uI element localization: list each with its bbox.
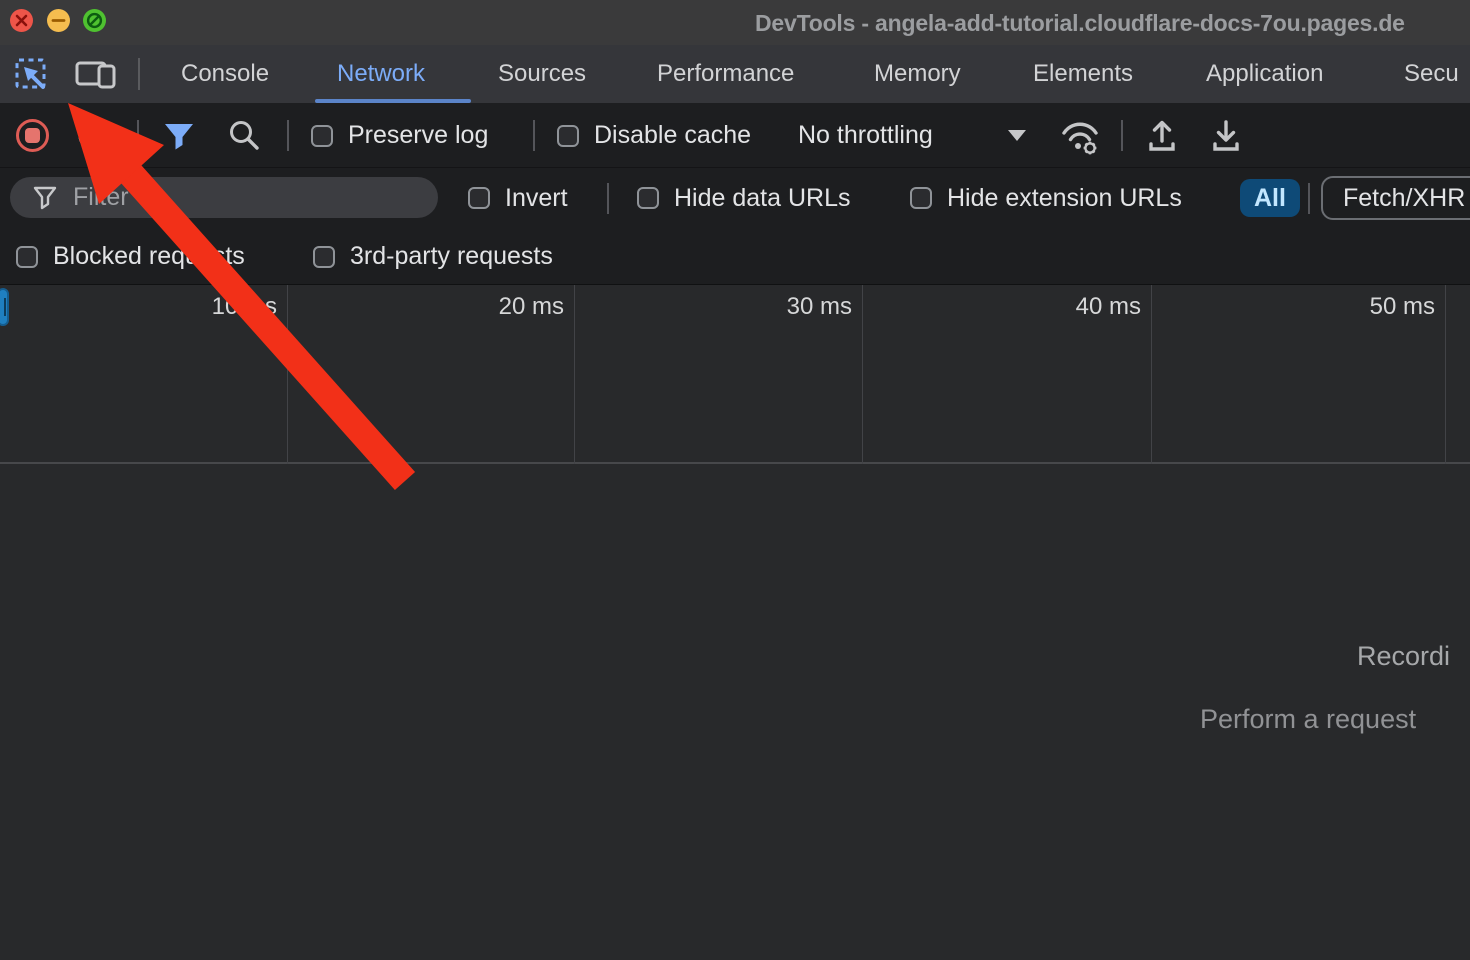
tab-elements[interactable]: Elements (1033, 45, 1133, 103)
grid-line (574, 285, 575, 464)
funnel-icon (161, 120, 197, 152)
titlebar: DevTools - angela-add-tutorial.cloudflar… (0, 0, 1470, 45)
search-icon (226, 118, 262, 154)
clear-icon (76, 120, 108, 152)
close-window-button[interactable] (10, 9, 33, 32)
invert-checkbox[interactable] (468, 187, 490, 209)
preserve-log-toggle[interactable]: Preserve log (311, 103, 488, 168)
disable-cache-toggle[interactable]: Disable cache (557, 103, 751, 168)
toolbar-divider (287, 120, 289, 151)
inspect-cursor-icon (13, 56, 53, 92)
tab-memory[interactable]: Memory (874, 45, 961, 103)
download-icon (1207, 117, 1245, 155)
record-icon (16, 119, 49, 152)
third-party-requests-toggle[interactable]: 3rd-party requests (313, 228, 553, 285)
timeline-tick: 50 ms (1343, 293, 1435, 321)
filter-chip-all[interactable]: All (1240, 179, 1300, 217)
filter-chip-fetch-xhr[interactable]: Fetch/XHR (1321, 176, 1470, 220)
close-icon (10, 9, 33, 32)
record-network-log-button[interactable] (16, 103, 49, 168)
hide-data-urls-checkbox[interactable] (637, 187, 659, 209)
perform-request-hint-text: Perform a request (1200, 704, 1416, 735)
filter-input-wrapper[interactable] (10, 177, 438, 218)
minimize-icon (47, 9, 70, 32)
toolbar-divider (138, 58, 140, 90)
tab-network[interactable]: Network (337, 45, 425, 103)
request-filter-row: Blocked requests 3rd-party requests (0, 228, 1470, 285)
overview-selection-handle[interactable] (0, 288, 9, 326)
toolbar-divider (607, 183, 609, 214)
grid-line (1151, 285, 1152, 464)
tab-sources[interactable]: Sources (498, 45, 586, 103)
blocked-requests-label: Blocked requests (53, 242, 245, 271)
toolbar-divider (1308, 183, 1310, 214)
throttling-select[interactable]: No throttling (798, 103, 933, 168)
search-button[interactable] (226, 103, 262, 168)
hide-data-urls-toggle[interactable]: Hide data URLs (637, 168, 850, 228)
tab-console[interactable]: Console (181, 45, 269, 103)
throttling-value: No throttling (798, 121, 933, 150)
network-overview-timeline[interactable]: 10 ms 20 ms 30 ms 40 ms 50 ms (0, 285, 1470, 464)
timeline-tick: 20 ms (472, 293, 564, 321)
invert-toggle[interactable]: Invert (468, 168, 568, 228)
grid-line (287, 285, 288, 464)
tab-application[interactable]: Application (1206, 45, 1323, 103)
window-title: DevTools - angela-add-tutorial.cloudflar… (755, 0, 1405, 45)
devtools-tabbar: Console Network Sources Performance Memo… (0, 45, 1470, 103)
toolbar-divider (137, 120, 139, 151)
circle-slash-icon (83, 9, 106, 32)
disable-cache-checkbox[interactable] (557, 125, 579, 147)
hide-extension-urls-toggle[interactable]: Hide extension URLs (910, 168, 1182, 228)
timeline-tick: 40 ms (1049, 293, 1141, 321)
recording-status-text: Recordi (1357, 641, 1450, 672)
import-har-button[interactable] (1143, 103, 1181, 168)
device-toolbar-icon (73, 56, 117, 92)
network-toolbar: Preserve log Disable cache No throttling (0, 103, 1470, 168)
toolbar-divider (533, 120, 535, 151)
wifi-gear-icon (1058, 116, 1102, 156)
upload-icon (1143, 117, 1181, 155)
devtools-window: DevTools - angela-add-tutorial.cloudflar… (0, 0, 1470, 960)
zoom-window-button[interactable] (83, 9, 106, 32)
export-har-button[interactable] (1207, 103, 1245, 168)
grid-line (862, 285, 863, 464)
blocked-requests-checkbox[interactable] (16, 246, 38, 268)
tab-security[interactable]: Secu (1404, 45, 1459, 103)
grid-line (1445, 285, 1446, 464)
hide-extension-urls-label: Hide extension URLs (947, 184, 1182, 213)
funnel-outline-icon (32, 185, 58, 211)
toolbar-divider (1121, 120, 1123, 151)
tab-performance[interactable]: Performance (657, 45, 794, 103)
filter-input[interactable] (73, 183, 403, 212)
inspect-element-button[interactable] (11, 55, 55, 93)
minimize-window-button[interactable] (47, 9, 70, 32)
filter-toggle-button[interactable] (161, 103, 197, 168)
third-party-requests-checkbox[interactable] (313, 246, 335, 268)
device-toolbar-button[interactable] (73, 55, 117, 93)
blocked-requests-toggle[interactable]: Blocked requests (16, 228, 245, 285)
chevron-down-icon (1008, 130, 1026, 141)
network-conditions-button[interactable] (1058, 103, 1102, 168)
third-party-requests-label: 3rd-party requests (350, 242, 553, 271)
invert-label: Invert (505, 184, 568, 213)
hide-extension-urls-checkbox[interactable] (910, 187, 932, 209)
timeline-tick: 30 ms (760, 293, 852, 321)
preserve-log-checkbox[interactable] (311, 125, 333, 147)
clear-network-log-button[interactable] (76, 103, 108, 168)
preserve-log-label: Preserve log (348, 121, 488, 150)
disable-cache-label: Disable cache (594, 121, 751, 150)
timeline-tick: 10 ms (185, 293, 277, 321)
hide-data-urls-label: Hide data URLs (674, 184, 850, 213)
network-filter-row: Invert Hide data URLs Hide extension URL… (0, 168, 1470, 228)
throttling-select-caret[interactable] (1008, 103, 1026, 168)
